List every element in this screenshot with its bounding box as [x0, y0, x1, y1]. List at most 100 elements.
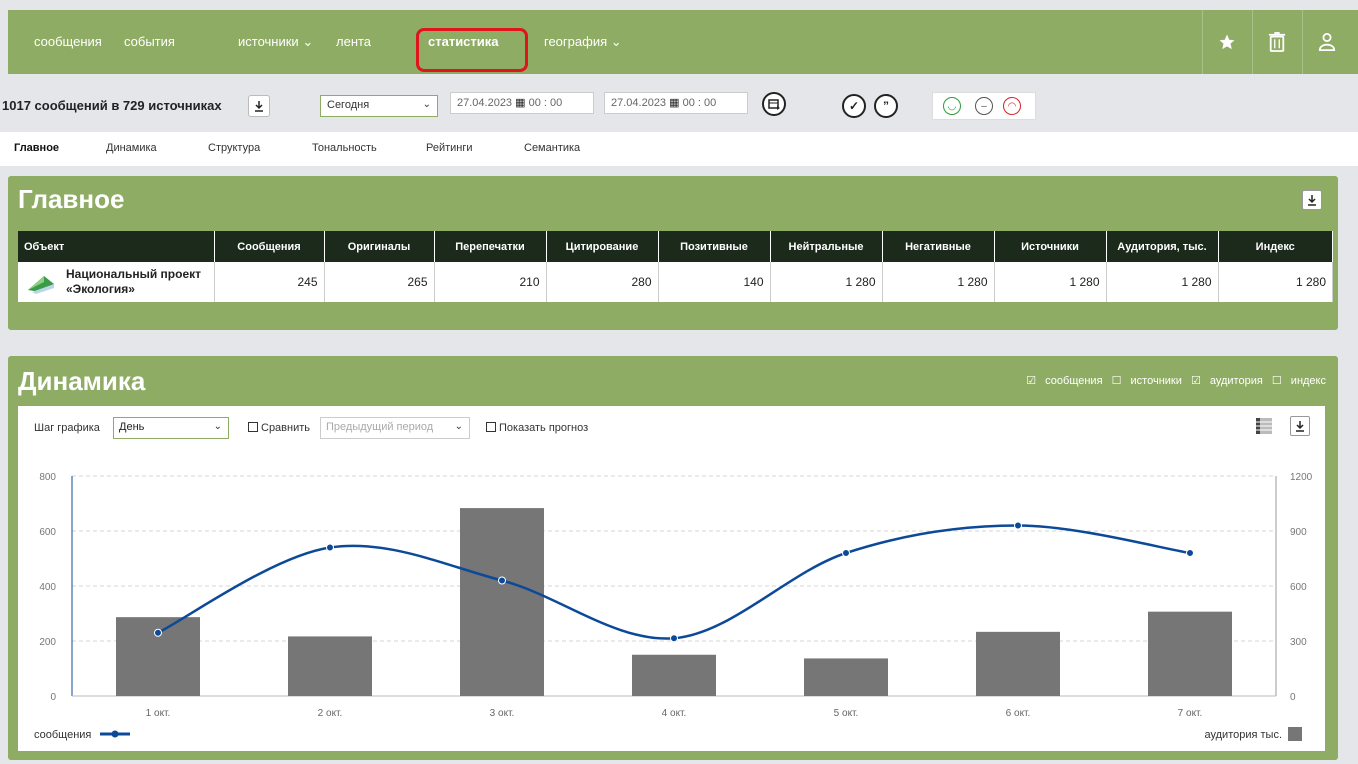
- col-object: Объект: [18, 231, 215, 262]
- metric-index-checkbox[interactable]: ☐ индекс: [1272, 375, 1326, 387]
- col-reprints: Перепечатки: [434, 231, 547, 262]
- filter-toolbar: 1017 сообщений в 729 источниках Сегодня …: [0, 88, 1358, 128]
- trash-button[interactable]: [1252, 10, 1300, 74]
- bar: [632, 654, 716, 696]
- data-point: [670, 634, 678, 643]
- x-tick-label: 7 окт.: [1178, 708, 1203, 719]
- bar: [1148, 611, 1232, 696]
- calendar-icon: ▦: [669, 97, 680, 109]
- table-header-row: Объект Сообщения Оригиналы Перепечатки Ц…: [18, 231, 1333, 262]
- date-to-field[interactable]: 27.04.2023 ▦ 00 : 00: [604, 92, 748, 114]
- x-tick-label: 3 окт.: [490, 708, 515, 719]
- tab-semantics[interactable]: Семантика: [524, 142, 580, 154]
- nav-sources[interactable]: источники ⌄: [238, 10, 313, 74]
- date-from-field[interactable]: 27.04.2023 ▦ 00 : 00: [450, 92, 594, 114]
- favorites-button[interactable]: [1202, 10, 1250, 74]
- chart-card: Шаг графика День ⌄ Сравнить Предыдущий п…: [18, 406, 1325, 751]
- ecology-logo-icon: [26, 270, 56, 294]
- tab-dynamics[interactable]: Динамика: [106, 142, 157, 154]
- metric-index-label: индекс: [1290, 375, 1326, 387]
- data-point: [1186, 549, 1194, 557]
- nav-geography[interactable]: география ⌄: [544, 10, 622, 74]
- check-icon: ✓: [848, 99, 860, 113]
- metric-messages-label: сообщения: [1045, 375, 1103, 387]
- calendar-icon: ▦: [515, 97, 526, 109]
- data-point: [154, 628, 162, 637]
- tab-ratings[interactable]: Рейтинги: [426, 142, 473, 154]
- period-select[interactable]: Сегодня ⌄: [320, 95, 438, 117]
- x-tick-label: 5 окт.: [834, 708, 859, 719]
- cell-sources: 1 280: [994, 262, 1107, 302]
- y-left-tick-label: 800: [39, 472, 56, 483]
- download-main-button[interactable]: [1302, 190, 1322, 210]
- metric-audience-checkbox[interactable]: ☑ аудитория: [1191, 375, 1263, 387]
- check-filter-button[interactable]: ✓: [842, 94, 866, 118]
- bar: [804, 658, 888, 696]
- col-neutral: Нейтральные: [770, 231, 883, 262]
- x-tick-label: 4 окт.: [662, 708, 687, 719]
- y-right-tick-label: 0: [1290, 692, 1296, 703]
- object-name-line2: «Экология»: [66, 282, 135, 296]
- dynamics-chart: 0 0 200 300 400 600 600 900 800 1200 1 окт. 2 окт. 3…: [34, 472, 1313, 741]
- date-from-value: 27.04.2023: [457, 97, 513, 109]
- y-left-tick-label: 0: [50, 692, 56, 703]
- cell-index: 1 280: [1218, 262, 1333, 302]
- tab-tonality[interactable]: Тональность: [312, 142, 377, 154]
- legend-line-marker: [111, 730, 119, 738]
- chevron-down-icon: ⌄: [302, 34, 314, 49]
- col-index: Индекс: [1218, 231, 1333, 262]
- metric-sources-checkbox[interactable]: ☐ источники: [1112, 375, 1182, 387]
- tab-structure[interactable]: Структура: [208, 142, 260, 154]
- col-sources: Источники: [994, 231, 1107, 262]
- x-tick-label: 1 окт.: [146, 708, 171, 719]
- nav-events[interactable]: события: [124, 10, 175, 74]
- data-point: [326, 543, 334, 552]
- cell-citations: 280: [546, 262, 659, 302]
- section-tabs: Главное Динамика Структура Тональность Р…: [0, 132, 1358, 166]
- y-right-tick-label: 900: [1290, 527, 1307, 538]
- y-right-tick-label: 1200: [1290, 472, 1313, 483]
- nav-feed[interactable]: лента: [336, 10, 371, 74]
- object-name: Национальный проект «Экология»: [66, 267, 201, 297]
- col-negative: Негативные: [882, 231, 995, 262]
- dynamics-panel: Динамика ☑ сообщения ☐ источники ☑ аудит…: [8, 356, 1338, 760]
- main-summary-panel: Главное Объект Сообщения Оригиналы Переп…: [8, 176, 1338, 330]
- col-citations: Цитирование: [546, 231, 659, 262]
- y-right-tick-label: 300: [1290, 637, 1307, 648]
- summary-table: Объект Сообщения Оригиналы Перепечатки Ц…: [18, 231, 1333, 302]
- period-value: Сегодня: [327, 99, 370, 111]
- nav-statistics[interactable]: статистика: [428, 10, 499, 74]
- quote-filter-button[interactable]: ”: [874, 94, 898, 118]
- panel-title-main: Главное: [18, 184, 125, 214]
- data-point: [498, 576, 506, 585]
- time-from-value: 00 : 00: [528, 97, 563, 109]
- tab-main[interactable]: Главное: [14, 142, 59, 154]
- nav-geography-label: география: [544, 34, 608, 49]
- table-row[interactable]: Национальный проект «Экология» 245 265 2…: [18, 262, 1333, 302]
- metric-audience-label: аудитория: [1209, 375, 1263, 387]
- negative-smiley-icon[interactable]: ◠: [1003, 97, 1021, 115]
- download-icon: [255, 101, 263, 112]
- nav-messages[interactable]: сообщения: [34, 10, 102, 74]
- col-positive: Позитивные: [658, 231, 771, 262]
- panel-title-dynamics: Динамика: [18, 366, 146, 396]
- star-icon: [1219, 34, 1234, 50]
- legend-messages-label: сообщения: [34, 729, 91, 741]
- positive-smiley-icon[interactable]: ◡: [943, 97, 961, 115]
- series-line: [157, 524, 1191, 640]
- metric-checkboxes: ☑ сообщения ☐ источники ☑ аудитория ☐ ин…: [1020, 374, 1326, 387]
- sentiment-filter: ◡ – ◠: [932, 92, 1036, 120]
- cell-positive: 140: [658, 262, 771, 302]
- apply-period-button[interactable]: [762, 92, 786, 116]
- neutral-smiley-icon[interactable]: –: [975, 97, 993, 115]
- metric-messages-checkbox[interactable]: ☑ сообщения: [1026, 375, 1102, 387]
- metric-sources-label: источники: [1130, 375, 1182, 387]
- col-originals: Оригиналы: [324, 231, 435, 262]
- cell-neutral: 1 280: [770, 262, 883, 302]
- col-audience: Аудитория, тыс.: [1106, 231, 1219, 262]
- chevron-down-icon: ⌄: [610, 34, 622, 49]
- profile-button[interactable]: [1302, 10, 1350, 74]
- legend-bar-swatch: [1288, 727, 1302, 741]
- y-left-tick-label: 200: [39, 637, 56, 648]
- export-count-button[interactable]: [248, 95, 270, 117]
